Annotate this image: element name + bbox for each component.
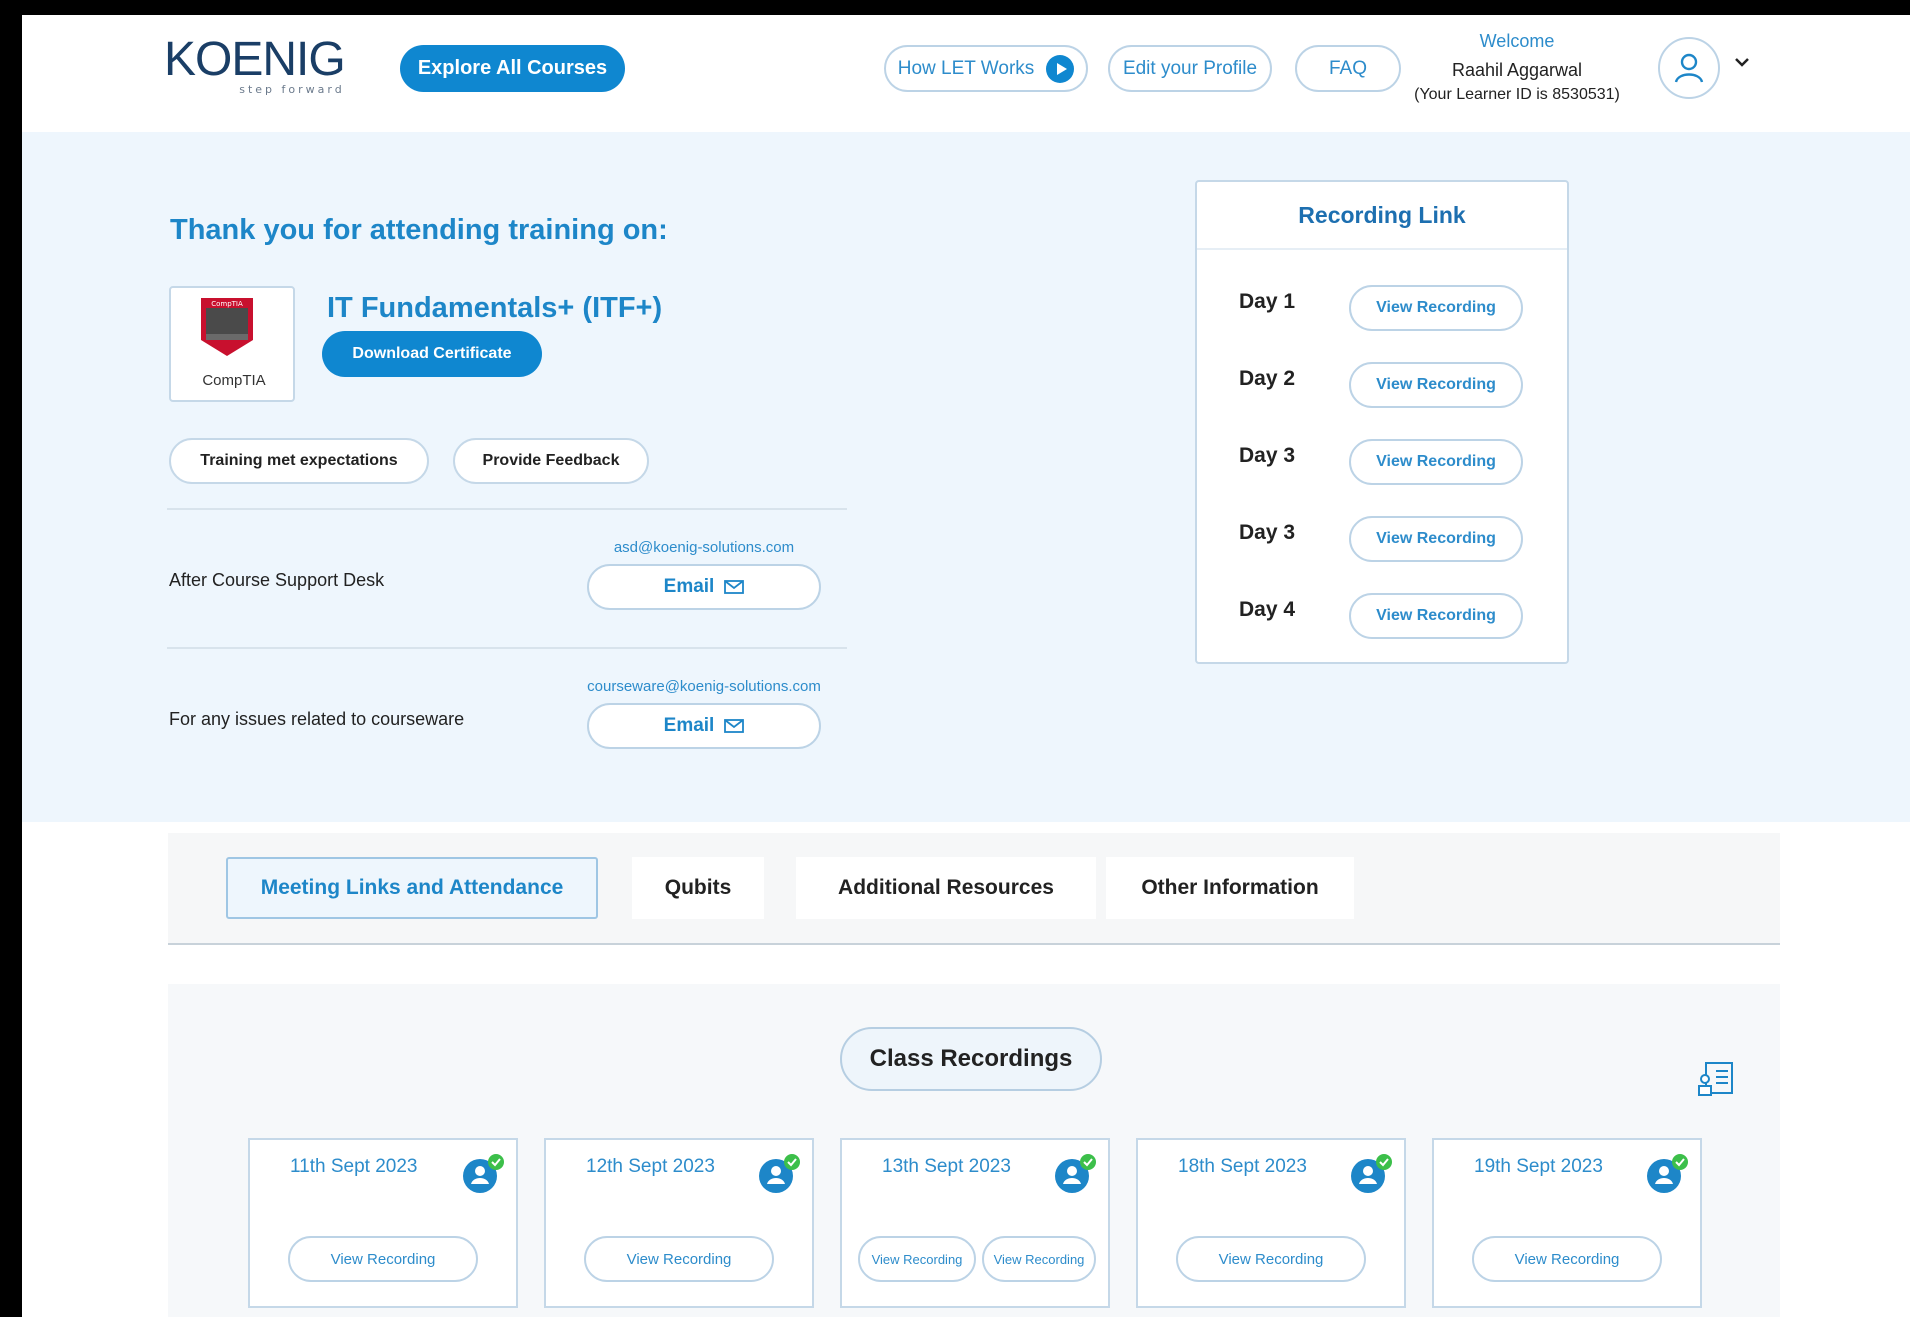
- courseware-support-email[interactable]: courseware@koenig-solutions.com: [557, 678, 851, 695]
- attended-user-icon: [1055, 1154, 1096, 1193]
- support-desk-email[interactable]: asd@koenig-solutions.com: [587, 539, 821, 556]
- training-summary-section: Thank you for attending training on: Com…: [22, 132, 1910, 822]
- email-button-label: Email: [663, 715, 715, 736]
- tab-meeting-links-and-attendance[interactable]: Meeting Links and Attendance: [226, 857, 598, 919]
- attended-user-icon: [463, 1154, 504, 1193]
- learner-id: (Your Learner ID is 8530531): [1414, 86, 1620, 103]
- recording-date: 11th Sept 2023: [290, 1156, 418, 1177]
- course-title: IT Fundamentals+ (ITF+): [327, 292, 663, 324]
- user-name: Raahil Aggarwal: [1451, 60, 1583, 80]
- user-avatar-button[interactable]: [1658, 37, 1720, 99]
- faq-button[interactable]: FAQ: [1295, 45, 1401, 92]
- svg-text:CompTIA: CompTIA: [211, 300, 243, 308]
- day-label: Day 3: [1239, 521, 1296, 544]
- document-list-icon[interactable]: [1696, 1059, 1736, 1099]
- explore-all-courses-button[interactable]: Explore All Courses: [400, 45, 625, 92]
- divider: [167, 508, 847, 510]
- courseware-support-label: For any issues related to courseware: [169, 709, 465, 729]
- provide-feedback-button[interactable]: Provide Feedback: [453, 438, 649, 484]
- day-label: Day 4: [1239, 598, 1296, 621]
- day-label: Day 2: [1239, 367, 1296, 390]
- divider: [167, 647, 847, 649]
- koenig-logo[interactable]: KOENIG step forward: [164, 33, 346, 97]
- view-recording-button[interactable]: View Recording: [858, 1236, 976, 1282]
- thank-you-heading: Thank you for attending training on:: [170, 214, 668, 246]
- recording-date: 18th Sept 2023: [1178, 1156, 1307, 1177]
- comptia-badge-icon: CompTIA: [201, 298, 253, 356]
- how-let-works-button[interactable]: How LET Works: [884, 45, 1088, 92]
- class-recordings-title: Class Recordings: [840, 1027, 1102, 1091]
- recording-card: 11th Sept 2023 View Recording: [248, 1138, 518, 1308]
- view-recording-button[interactable]: View Recording: [1176, 1236, 1366, 1282]
- user-icon: [1674, 53, 1704, 83]
- support-desk-email-button[interactable]: Email: [587, 564, 821, 610]
- recording-card: 13th Sept 2023 View Recording View Recor…: [840, 1138, 1110, 1308]
- day-label: Day 1: [1239, 290, 1296, 313]
- page-canvas: KOENIG step forward Explore All Courses …: [22, 15, 1910, 1317]
- chevron-down-icon[interactable]: [1733, 55, 1751, 69]
- training-met-expectations-button[interactable]: Training met expectations: [169, 438, 429, 484]
- envelope-icon: [724, 580, 745, 594]
- courseware-email-button[interactable]: Email: [587, 703, 821, 749]
- recording-card: 19th Sept 2023 View Recording: [1432, 1138, 1702, 1308]
- recording-card: 18th Sept 2023 View Recording: [1136, 1138, 1406, 1308]
- view-recording-button[interactable]: View Recording: [1349, 516, 1523, 562]
- welcome-text: Welcome: [1479, 31, 1555, 51]
- recording-date: 19th Sept 2023: [1474, 1156, 1603, 1177]
- vendor-card: CompTIA CompTIA: [169, 286, 295, 402]
- recording-date: 12th Sept 2023: [586, 1156, 715, 1177]
- tab-qubits[interactable]: Qubits: [632, 857, 764, 919]
- recording-link-title: Recording Link: [1197, 182, 1567, 250]
- recording-card: 12th Sept 2023 View Recording: [544, 1138, 814, 1308]
- day-label: Day 3: [1239, 444, 1296, 467]
- view-recording-button[interactable]: View Recording: [982, 1236, 1096, 1282]
- attended-user-icon: [759, 1154, 800, 1193]
- view-recording-button[interactable]: View Recording: [584, 1236, 774, 1282]
- vendor-name: CompTIA: [202, 372, 266, 389]
- recording-link-panel: Recording Link Day 1 View Recording Day …: [1195, 180, 1569, 664]
- view-recording-button[interactable]: View Recording: [1349, 285, 1523, 331]
- attended-user-icon: [1647, 1154, 1688, 1193]
- recording-date: 13th Sept 2023: [882, 1156, 1011, 1177]
- class-recordings-section: Class Recordings 11th Sept 2023 View Rec…: [168, 984, 1780, 1317]
- tab-other-information[interactable]: Other Information: [1106, 857, 1354, 919]
- edit-profile-button[interactable]: Edit your Profile: [1108, 45, 1272, 92]
- play-icon: [1046, 54, 1075, 83]
- view-recording-button[interactable]: View Recording: [1472, 1236, 1662, 1282]
- attended-user-icon: [1351, 1154, 1392, 1193]
- welcome-block: Welcome Raahil Aggarwal (Your Learner ID…: [1402, 31, 1632, 104]
- envelope-icon: [724, 719, 745, 733]
- tab-bar: Meeting Links and Attendance Qubits Addi…: [168, 833, 1780, 945]
- logo-text: KOENIG: [164, 33, 346, 86]
- support-desk-label: After Course Support Desk: [169, 570, 385, 590]
- download-certificate-button[interactable]: Download Certificate: [322, 331, 542, 377]
- how-let-works-label: How LET Works: [897, 57, 1035, 79]
- top-header: KOENIG step forward Explore All Courses …: [22, 15, 1910, 132]
- view-recording-button[interactable]: View Recording: [1349, 362, 1523, 408]
- view-recording-button[interactable]: View Recording: [1349, 439, 1523, 485]
- view-recording-button[interactable]: View Recording: [288, 1236, 478, 1282]
- tab-additional-resources[interactable]: Additional Resources: [796, 857, 1096, 919]
- view-recording-button[interactable]: View Recording: [1349, 593, 1523, 639]
- email-button-label: Email: [663, 576, 715, 597]
